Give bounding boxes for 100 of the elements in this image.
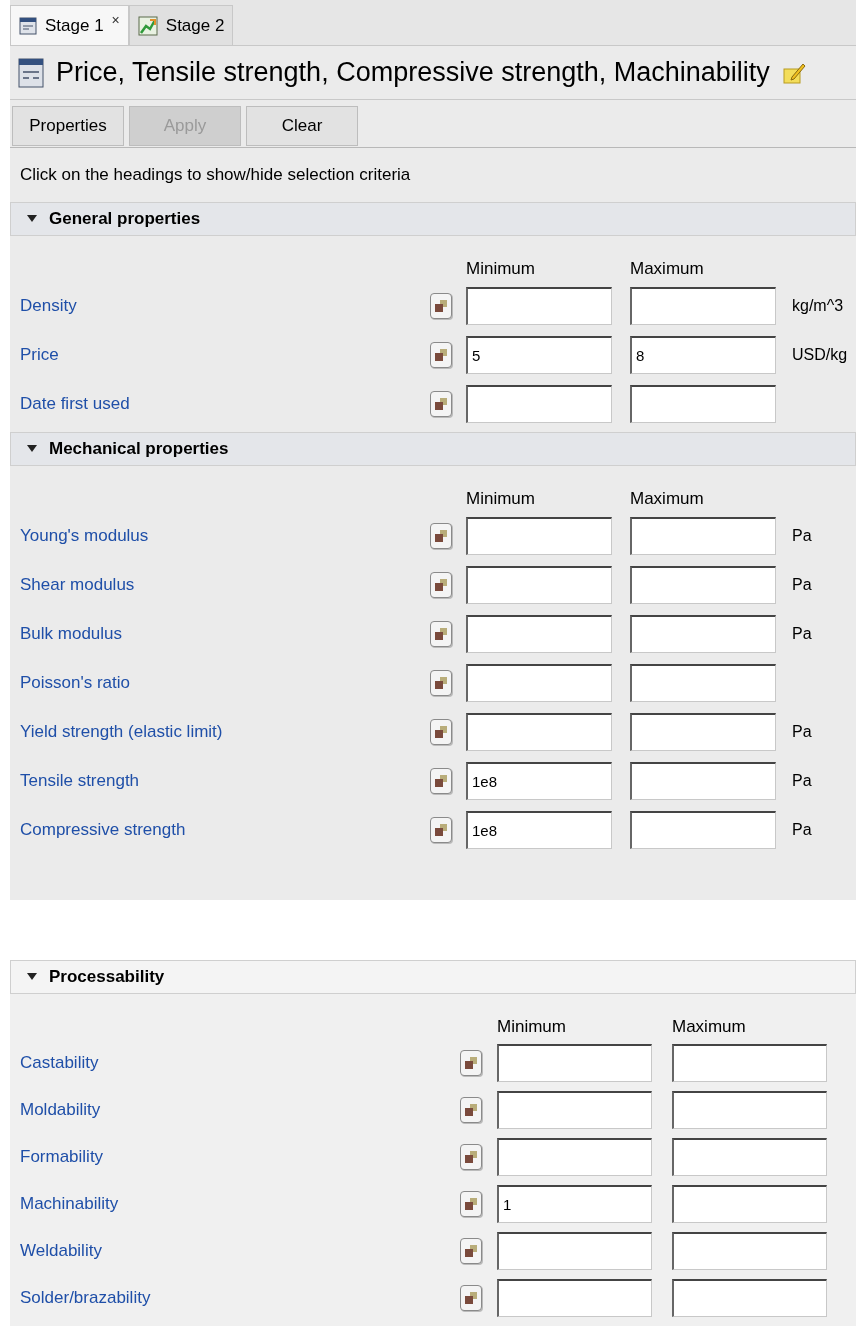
input-field[interactable] [497, 1232, 652, 1270]
property-link[interactable]: Moldability [10, 1097, 460, 1123]
property-link[interactable]: Density [10, 293, 430, 319]
caret-icon [27, 444, 37, 453]
squares-icon [465, 1151, 477, 1163]
input-field[interactable] [630, 761, 776, 800]
property-link[interactable]: Shear modulus [10, 571, 430, 598]
input-field[interactable] [497, 1091, 652, 1129]
input-field[interactable] [630, 565, 776, 604]
squares-icon [465, 1198, 477, 1210]
property-link[interactable]: Poisson's ratio [10, 669, 430, 696]
property-link[interactable]: Castability [10, 1050, 460, 1076]
property-link[interactable]: Tensile strength [10, 767, 430, 794]
squares-icon [435, 823, 447, 836]
input-field[interactable] [672, 1044, 827, 1082]
input-field[interactable] [466, 516, 612, 555]
input-field[interactable]: 8 [630, 336, 776, 374]
input-field[interactable] [630, 614, 776, 653]
squares-icon [435, 725, 447, 738]
selector-button[interactable] [430, 391, 452, 417]
input-field[interactable] [630, 810, 776, 849]
squares-icon [435, 774, 447, 787]
tab[interactable]: Stage 1 × [10, 5, 129, 45]
selector-button[interactable] [460, 1191, 482, 1217]
window-title: Price, Tensile strength, Compressive strength, Machinability [56, 56, 770, 90]
selector-button[interactable] [460, 1050, 482, 1076]
squares-icon [435, 627, 447, 640]
input-field[interactable] [672, 1279, 827, 1317]
input-field[interactable] [672, 1138, 827, 1176]
input-field[interactable]: 1e8 [466, 810, 612, 849]
squares-icon [435, 578, 447, 591]
input-field[interactable] [466, 565, 612, 604]
property-link[interactable]: Solder/brazability [10, 1285, 460, 1311]
selector-button[interactable] [460, 1097, 482, 1123]
selector-button[interactable] [430, 669, 452, 696]
unit-label: Pa [792, 721, 812, 742]
selector-button[interactable] [430, 816, 452, 843]
input-field[interactable] [630, 385, 776, 423]
squares-icon [435, 398, 447, 410]
input-field[interactable] [497, 1138, 652, 1176]
caret-icon [27, 215, 37, 223]
property-link[interactable]: Bulk modulus [10, 620, 430, 647]
selector-button[interactable] [460, 1144, 482, 1170]
squares-icon [465, 1057, 477, 1069]
unit-label: USD/kg [792, 345, 848, 365]
input-field[interactable] [630, 712, 776, 751]
input-field[interactable] [497, 1279, 652, 1317]
input-field[interactable]: 1e8 [466, 761, 612, 800]
squares-icon [465, 1245, 477, 1257]
chart-icon [137, 15, 158, 36]
selector-button[interactable] [430, 620, 452, 647]
squares-icon [435, 676, 447, 689]
selector-button[interactable] [430, 767, 452, 794]
input-field[interactable] [672, 1185, 827, 1223]
column-header: Maximum [630, 258, 704, 280]
input-field[interactable] [466, 663, 612, 702]
input-field[interactable] [466, 385, 612, 423]
toolbar-button[interactable]: Properties [12, 106, 124, 146]
section-header[interactable]: Mechanical properties [10, 431, 856, 466]
input-field[interactable] [672, 1091, 827, 1129]
input-field[interactable]: 1 [497, 1185, 652, 1223]
unit-label: Pa [792, 819, 812, 840]
property-link[interactable]: Weldability [10, 1238, 460, 1264]
section-header[interactable]: General properties [10, 202, 856, 236]
input-field[interactable] [497, 1044, 652, 1082]
property-link[interactable]: Compressive strength [10, 816, 430, 843]
column-header: Minimum [466, 487, 536, 510]
input-field[interactable] [466, 287, 612, 325]
squares-icon [465, 1104, 477, 1116]
input-field[interactable] [466, 712, 612, 751]
selector-button[interactable] [430, 571, 452, 598]
property-link[interactable]: Formability [10, 1144, 460, 1170]
column-header: Minimum [497, 1016, 567, 1038]
property-link[interactable]: Machinability [10, 1191, 460, 1217]
property-link[interactable]: Yield strength (elastic limit) [10, 718, 430, 745]
caret-icon [27, 973, 37, 981]
selector-button[interactable] [430, 718, 452, 745]
property-link[interactable]: Young's modulus [10, 522, 430, 549]
unit-label: Pa [792, 770, 812, 791]
selector-button[interactable] [460, 1238, 482, 1264]
input-field[interactable] [466, 614, 612, 653]
selector-button[interactable] [430, 293, 452, 319]
toolbar-button[interactable]: Clear [246, 106, 358, 146]
input-field[interactable] [630, 516, 776, 555]
selector-button[interactable] [430, 342, 452, 368]
squares-icon [435, 300, 447, 312]
property-link[interactable]: Date first used [10, 391, 430, 417]
selector-button[interactable] [430, 522, 452, 549]
table-icon [19, 16, 37, 35]
selector-button[interactable] [460, 1285, 482, 1311]
property-link[interactable]: Price [10, 342, 430, 368]
squares-icon [435, 349, 447, 361]
section-header[interactable]: Processability [10, 960, 856, 994]
input-field[interactable] [672, 1232, 827, 1270]
close-button[interactable]: × [111, 10, 120, 31]
input-field[interactable] [630, 663, 776, 702]
input-field[interactable]: 5 [466, 336, 612, 374]
input-field[interactable] [630, 287, 776, 325]
table-icon [18, 57, 44, 88]
tab[interactable]: Stage 2 [128, 5, 234, 45]
